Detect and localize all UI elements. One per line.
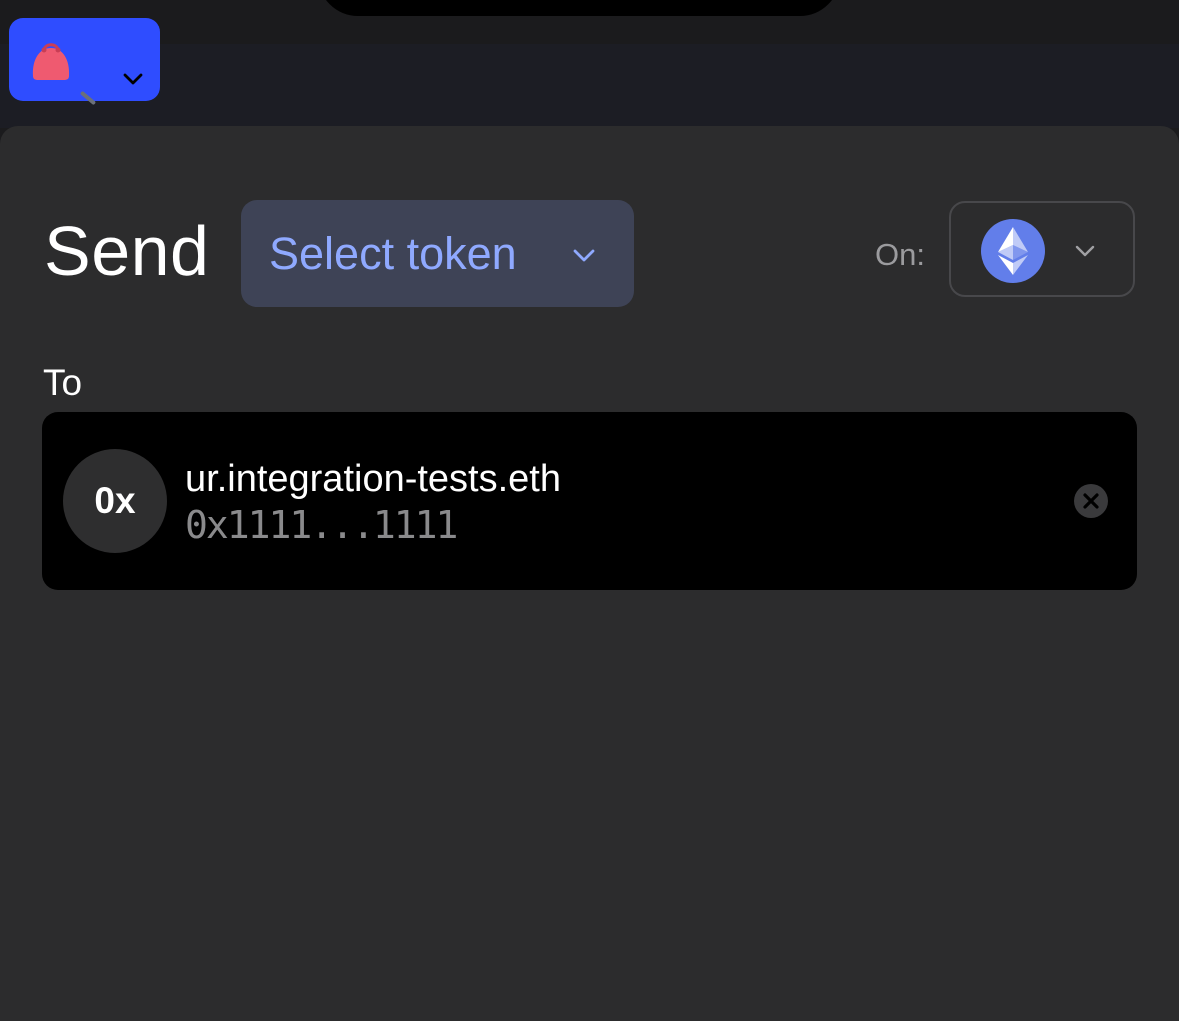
chevron-down-icon — [571, 242, 597, 268]
wallet-menu-button[interactable] — [9, 18, 160, 101]
network-selector[interactable] — [949, 201, 1135, 297]
network-label: On: — [875, 237, 925, 272]
recipient-name: ur.integration-tests.eth — [185, 458, 561, 500]
select-token-label: Select token — [269, 228, 517, 279]
send-screen: Send Select token On: To 0x ur.integrati… — [0, 0, 1179, 1021]
page-title: Send — [44, 212, 210, 290]
ethereum-icon — [981, 219, 1045, 283]
chevron-down-icon — [121, 67, 145, 91]
device-notch — [318, 0, 840, 16]
top-bar — [0, 44, 1179, 128]
recipient-card[interactable]: 0x ur.integration-tests.eth 0x1111...111… — [42, 412, 1137, 590]
select-token-button[interactable]: Select token — [241, 200, 634, 307]
recipient-address: 0x1111...1111 — [185, 503, 458, 547]
avatar: 0x — [63, 449, 167, 553]
recipient-label: To — [43, 362, 83, 403]
chevron-down-icon — [1073, 239, 1097, 263]
close-circle-icon[interactable] — [1073, 483, 1109, 519]
wallet-purse-icon — [29, 38, 73, 82]
